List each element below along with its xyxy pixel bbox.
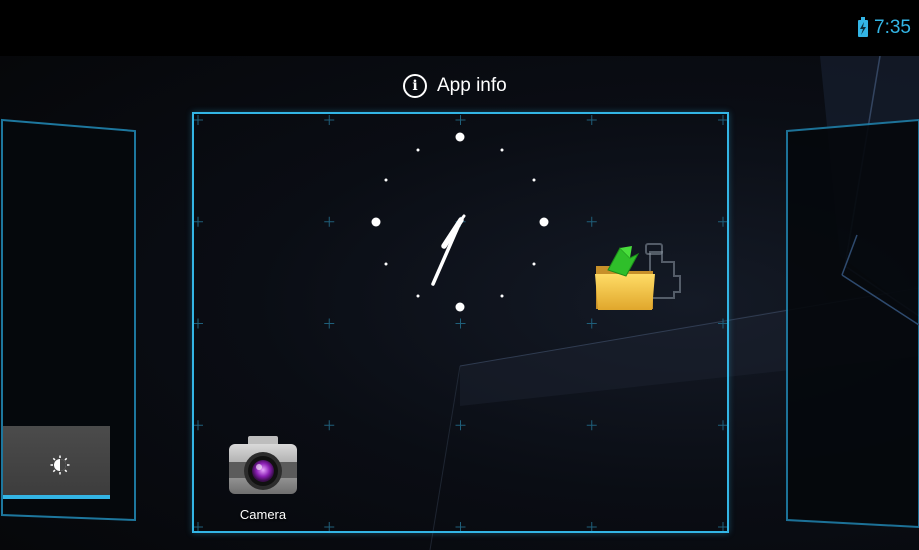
grid-marker (586, 420, 597, 431)
folder-arrow-icon[interactable] (590, 236, 690, 320)
brightness-indicator (3, 495, 110, 499)
grid-marker (718, 318, 727, 329)
grid-marker (194, 522, 203, 531)
power-control-widget[interactable] (3, 426, 110, 499)
grid-marker (586, 522, 597, 531)
page-right[interactable] (782, 115, 919, 535)
app-info-label: App info (437, 75, 507, 96)
launcher-screen: 7:35 i App info Camera (0, 0, 919, 550)
camera-icon (229, 436, 297, 494)
brightness-icon (50, 455, 70, 475)
info-icon: i (403, 74, 427, 98)
grid-marker (324, 522, 335, 531)
grid-marker (718, 216, 727, 227)
grid-marker (455, 420, 466, 431)
grid-marker (324, 420, 335, 431)
grid-marker (718, 420, 727, 431)
grid-marker (324, 216, 335, 227)
grid-marker (455, 318, 466, 329)
grid-marker (455, 115, 466, 125)
grid-marker (718, 115, 727, 125)
app-info-drop-target[interactable]: i App info (403, 74, 507, 98)
battery-charging-icon (858, 17, 868, 37)
grid-marker (194, 216, 203, 227)
status-bar: 7:35 (0, 0, 919, 56)
grid-marker (718, 522, 727, 531)
app-icon-camera[interactable]: Camera (222, 432, 304, 524)
analog-clock-widget[interactable] (365, 126, 555, 316)
grid-marker (194, 420, 203, 431)
grid-marker (194, 318, 203, 329)
grid-marker (194, 115, 203, 125)
grid-marker (324, 318, 335, 329)
grid-marker (586, 216, 597, 227)
app-label-camera: Camera (239, 507, 287, 522)
grid-marker (586, 115, 597, 125)
grid-marker (455, 522, 466, 531)
grid-marker (324, 115, 335, 125)
status-time: 7:35 (874, 17, 911, 38)
grid-marker (586, 318, 597, 329)
